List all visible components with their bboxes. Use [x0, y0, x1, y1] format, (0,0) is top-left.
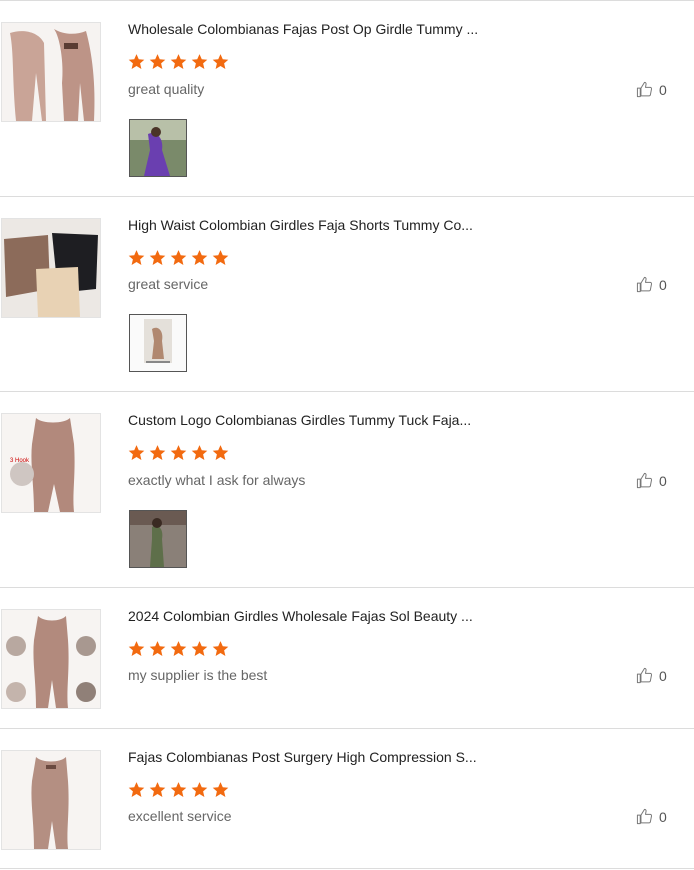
review-item: Fajas Colombianas Post Surgery High Comp…	[0, 728, 694, 869]
product-title[interactable]: Wholesale Colombianas Fajas Post Op Gird…	[128, 21, 478, 37]
thumbs-up-icon	[636, 81, 653, 98]
star-rating	[128, 640, 229, 657]
star-rating	[128, 444, 229, 461]
product-thumbnail[interactable]	[1, 218, 101, 318]
star-icon	[212, 641, 229, 656]
star-icon	[149, 445, 166, 460]
star-icon	[149, 782, 166, 797]
star-icon	[149, 250, 166, 265]
customer-photo-image	[130, 315, 186, 371]
customer-photo-image	[130, 120, 186, 176]
thumbs-up-icon	[636, 667, 653, 684]
like-button[interactable]: 0	[636, 472, 667, 489]
star-icon	[128, 782, 145, 797]
star-icon	[212, 782, 229, 797]
divider	[0, 868, 694, 869]
review-photo[interactable]	[129, 314, 187, 372]
star-icon	[191, 54, 208, 69]
product-thumbnail[interactable]	[1, 609, 101, 709]
review-item: Wholesale Colombianas Fajas Post Op Gird…	[0, 0, 694, 197]
star-rating	[128, 781, 229, 798]
review-comment: great service	[128, 276, 209, 292]
like-button[interactable]: 0	[636, 808, 667, 825]
customer-photo-image	[130, 511, 186, 567]
star-icon	[128, 445, 145, 460]
star-icon	[128, 54, 145, 69]
star-icon	[212, 445, 229, 460]
review-item: 3 Hook Custom Logo Colombianas Girdles T…	[0, 391, 694, 588]
like-count: 0	[659, 667, 667, 684]
product-title[interactable]: Custom Logo Colombianas Girdles Tummy Tu…	[128, 412, 471, 428]
star-rating	[128, 249, 229, 266]
like-count: 0	[659, 472, 667, 489]
star-icon	[170, 250, 187, 265]
product-title[interactable]: Fajas Colombianas Post Surgery High Comp…	[128, 749, 477, 765]
star-icon	[191, 250, 208, 265]
like-button[interactable]: 0	[636, 276, 667, 293]
star-icon	[212, 54, 229, 69]
star-rating	[128, 53, 229, 70]
like-button[interactable]: 0	[636, 667, 667, 684]
star-icon	[128, 250, 145, 265]
thumbs-up-icon	[636, 808, 653, 825]
shapewear-product-image	[2, 610, 100, 708]
thumbs-up-icon	[636, 472, 653, 489]
shapewear-product-image	[2, 23, 100, 121]
star-icon	[170, 54, 187, 69]
star-icon	[191, 782, 208, 797]
like-count: 0	[659, 808, 667, 825]
shapewear-product-image: 3 Hook	[2, 414, 100, 512]
like-button[interactable]: 0	[636, 81, 667, 98]
review-comment: my supplier is the best	[128, 667, 268, 683]
like-count: 0	[659, 276, 667, 293]
shorts-product-image	[2, 219, 100, 317]
star-icon	[149, 54, 166, 69]
shapewear-product-image	[2, 751, 100, 849]
star-icon	[170, 445, 187, 460]
review-item: 2024 Colombian Girdles Wholesale Fajas S…	[0, 587, 694, 729]
like-count: 0	[659, 81, 667, 98]
review-comment: great quality	[128, 81, 205, 97]
product-thumbnail[interactable]: 3 Hook	[1, 413, 101, 513]
review-comment: exactly what I ask for always	[128, 472, 306, 488]
star-icon	[128, 641, 145, 656]
review-photo[interactable]	[129, 510, 187, 568]
review-comment: excellent service	[128, 808, 232, 824]
star-icon	[212, 250, 229, 265]
star-icon	[191, 445, 208, 460]
review-photo[interactable]	[129, 119, 187, 177]
star-icon	[149, 641, 166, 656]
star-icon	[170, 782, 187, 797]
product-title[interactable]: High Waist Colombian Girdles Faja Shorts…	[128, 217, 473, 233]
review-item: High Waist Colombian Girdles Faja Shorts…	[0, 196, 694, 392]
star-icon	[191, 641, 208, 656]
product-title[interactable]: 2024 Colombian Girdles Wholesale Fajas S…	[128, 608, 473, 624]
svg-text:3 Hook: 3 Hook	[10, 458, 30, 464]
product-thumbnail[interactable]	[1, 22, 101, 122]
thumbs-up-icon	[636, 276, 653, 293]
product-thumbnail[interactable]	[1, 750, 101, 850]
star-icon	[170, 641, 187, 656]
